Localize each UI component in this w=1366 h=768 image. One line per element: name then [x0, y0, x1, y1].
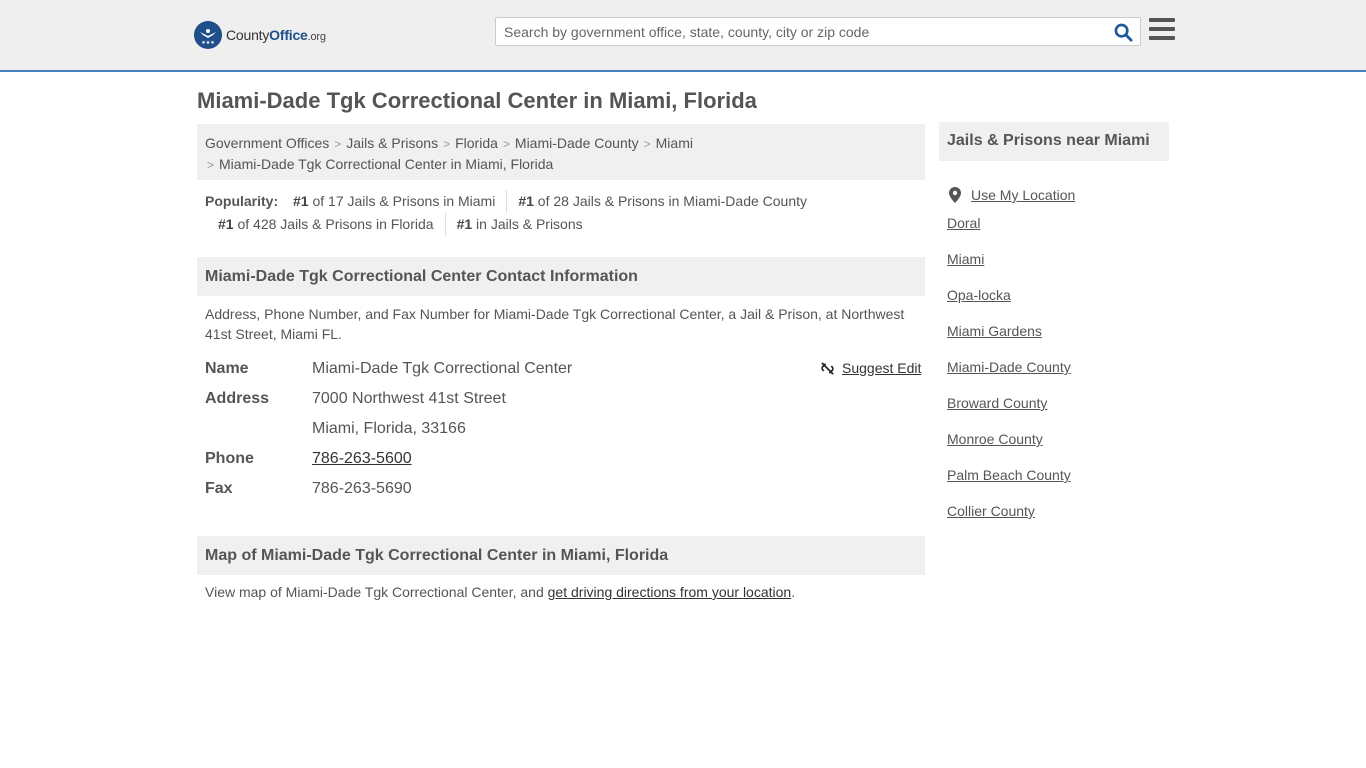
- breadcrumb-link-jails-prisons[interactable]: Jails & Prisons: [346, 135, 438, 151]
- hamburger-menu-icon[interactable]: [1149, 18, 1175, 42]
- logo-wordmark: CountyOffice.org: [226, 27, 326, 43]
- site-header: ★★★ CountyOffice.org: [0, 0, 1366, 72]
- address-line1: 7000 Northwest 41st Street: [312, 390, 506, 407]
- chevron-right-icon: >: [443, 137, 451, 151]
- popularity-rank-state: #1 of 428 Jails & Prisons in Florida: [218, 216, 434, 232]
- map-description: View map of Miami-Dade Tgk Correctional …: [205, 584, 796, 600]
- breadcrumb-link-government-offices[interactable]: Government Offices: [205, 135, 329, 151]
- sidebar-heading: Jails & Prisons near Miami: [939, 122, 1169, 161]
- suggest-edit-button[interactable]: Suggest Edit: [820, 360, 921, 376]
- name-value: Miami-Dade Tgk Correctional Center: [312, 360, 573, 377]
- fax-label: Fax: [205, 480, 233, 497]
- breadcrumb-link-miami[interactable]: Miami: [656, 135, 693, 151]
- map-section-heading: Map of Miami-Dade Tgk Correctional Cente…: [197, 536, 925, 575]
- sidebar-link-monroe-county[interactable]: Monroe County: [947, 429, 1075, 465]
- sidebar-link-miami-gardens[interactable]: Miami Gardens: [947, 321, 1075, 357]
- chevron-right-icon: >: [502, 137, 510, 151]
- address-label: Address: [205, 390, 270, 407]
- sidebar-link-doral[interactable]: Doral: [947, 213, 1075, 249]
- sidebar-link-broward-county[interactable]: Broward County: [947, 393, 1075, 429]
- breadcrumb: Government Offices > Jails & Prisons > Flori…: [197, 124, 925, 180]
- popularity-rankings: Popularity: #1 of 17 Jails & Prisons in …: [205, 190, 925, 236]
- search-icon: [1114, 23, 1133, 42]
- search-input[interactable]: [496, 18, 1106, 45]
- phone-label: Phone: [205, 450, 254, 467]
- breadcrumb-current: Miami-Dade Tgk Correctional Center in Mi…: [219, 156, 554, 172]
- popularity-rank-city: #1 of 17 Jails & Prisons in Miami: [293, 193, 496, 209]
- page-title: Miami-Dade Tgk Correctional Center in Mi…: [197, 88, 757, 113]
- chevron-right-icon: >: [643, 137, 651, 151]
- eagle-seal-icon: ★★★: [194, 21, 222, 49]
- fax-value: 786-263-5690: [312, 480, 412, 497]
- contact-section-heading: Miami-Dade Tgk Correctional Center Conta…: [197, 257, 925, 296]
- breadcrumb-link-florida[interactable]: Florida: [455, 135, 498, 151]
- chevron-right-icon: >: [207, 158, 215, 172]
- phone-link[interactable]: 786-263-5600: [312, 450, 412, 467]
- svg-text:★★★: ★★★: [201, 40, 215, 46]
- search-button[interactable]: [1112, 21, 1134, 43]
- popularity-rank-overall: #1 in Jails & Prisons: [444, 213, 594, 236]
- name-label: Name: [205, 360, 249, 377]
- sidebar-link-miami-dade-county[interactable]: Miami-Dade County: [947, 357, 1075, 393]
- sidebar-nearby-list: Use My Location Doral Miami Opa-locka Mi…: [947, 177, 1075, 537]
- sidebar-link-palm-beach-county[interactable]: Palm Beach County: [947, 465, 1075, 501]
- chevron-right-icon: >: [334, 137, 342, 151]
- sidebar-link-opa-locka[interactable]: Opa-locka: [947, 285, 1075, 321]
- use-my-location-button[interactable]: Use My Location: [947, 177, 1075, 213]
- breadcrumb-link-miami-dade-county[interactable]: Miami-Dade County: [515, 135, 639, 151]
- popularity-label: Popularity:: [205, 193, 279, 209]
- driving-directions-link[interactable]: get driving directions from your locatio…: [548, 584, 792, 600]
- sidebar-link-collier-county[interactable]: Collier County: [947, 501, 1075, 537]
- sidebar-link-miami[interactable]: Miami: [947, 249, 1075, 285]
- map-pin-icon: [949, 187, 961, 203]
- broken-link-icon: [821, 361, 834, 375]
- site-logo[interactable]: ★★★ CountyOffice.org: [194, 20, 326, 50]
- contact-description: Address, Phone Number, and Fax Number fo…: [205, 306, 905, 342]
- address-line2: Miami, Florida, 33166: [312, 420, 466, 437]
- search-box: [495, 17, 1141, 46]
- popularity-rank-county: #1 of 28 Jails & Prisons in Miami-Dade C…: [506, 190, 818, 213]
